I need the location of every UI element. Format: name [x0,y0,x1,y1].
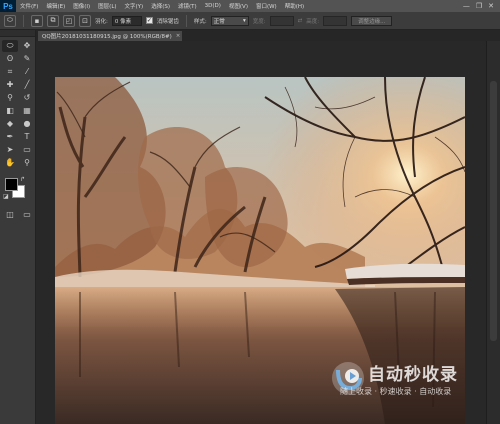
mode-grid: ◫ ▭ [0,206,35,224]
new-selection-icon[interactable]: ▪ [31,14,43,27]
blur-tool-icon[interactable]: ◆ [2,118,18,130]
menu-3d[interactable]: 3D(D) [201,3,225,9]
style-label: 样式: [193,18,207,25]
gradient-tool-icon[interactable]: ▦ [19,105,35,117]
type-tool-icon[interactable]: T [19,131,35,143]
add-selection-icon[interactable]: ⧉ [47,14,59,27]
menu-view[interactable]: 视图(V) [225,2,252,10]
path-select-tool-icon[interactable]: ➤ [2,144,18,156]
screen-mode-icon[interactable]: ▭ [19,209,35,221]
watermark-subtitle: 随上收录 · 秒速收录 · 自动收录 [340,387,452,396]
photoshop-logo: Ps [0,0,16,12]
menu-image[interactable]: 图像(I) [69,2,94,10]
style-select[interactable]: 正常 ▾ [210,15,249,26]
chevron-down-icon: ▾ [242,17,246,24]
menu-file[interactable]: 文件(F) [16,2,42,10]
menu-help[interactable]: 帮助(H) [281,2,308,10]
tools-panel-header[interactable] [0,30,35,37]
tool-grid: ⬭ ✥ ʘ ✎ ⌗ ⁄ ✚ ╱ ⚲ ↺ ◧ ▦ ◆ ● ✒ T ➤ ▭ ✋ ⚲ [0,37,35,172]
menu-edit[interactable]: 编辑(E) [42,2,69,10]
refine-edge-button[interactable]: 调整边缘... [351,15,393,26]
feather-label: 羽化: [95,18,108,25]
tools-panel: ⬭ ✥ ʘ ✎ ⌗ ⁄ ✚ ╱ ⚲ ↺ ◧ ▦ ◆ ● ✒ T ➤ ▭ ✋ ⚲ ↱ ◪ ◫ ▭ [0,30,36,424]
healing-tool-icon[interactable]: ✚ [2,79,18,91]
close-icon[interactable]: × [176,33,181,39]
move-tool-icon[interactable]: ✥ [19,40,35,52]
hand-tool-icon[interactable]: ✋ [2,157,18,169]
menu-select[interactable]: 选择(S) [147,2,174,10]
document-tab[interactable]: QQ图片20181031180915.jpg @ 100%(RGB/8#) × [38,31,182,41]
quick-select-tool-icon[interactable]: ✎ [19,53,35,65]
swap-colors-icon[interactable]: ↱ [20,176,25,183]
crop-tool-icon[interactable]: ⌗ [2,66,18,78]
menu-window[interactable]: 窗口(W) [252,2,281,10]
brush-tool-icon[interactable]: ╱ [19,79,35,91]
history-brush-tool-icon[interactable]: ↺ [19,92,35,104]
eyedropper-tool-icon[interactable]: ⁄ [19,66,35,78]
height-label: 高度: [306,18,320,25]
width-input[interactable] [269,15,294,26]
photoshop-window: Ps 文件(F) 编辑(E) 图像(I) 图层(L) 文字(Y) 选择(S) 滤… [0,0,500,424]
antialias-checkbox[interactable]: ✓ [145,17,153,24]
antialias-label: 消除锯齿 [156,18,179,25]
menu-type[interactable]: 文字(Y) [121,2,148,10]
restore-icon[interactable]: ❐ [476,2,482,10]
menu-filter[interactable]: 滤镜(T) [174,2,201,10]
document-tab-title: QQ图片20181031180915.jpg @ 100%(RGB/8#) [42,34,172,40]
intersect-selection-icon[interactable]: ⊡ [79,14,91,27]
pen-tool-icon[interactable]: ✒ [2,131,18,143]
menu-bar: Ps 文件(F) 编辑(E) 图像(I) 图层(L) 文字(Y) 选择(S) 滤… [0,0,500,12]
swap-dimensions-icon[interactable]: ⇄ [298,18,303,24]
style-value: 正常 [213,18,225,25]
watermark: 自动秒收录 随上收录 · 秒速收录 · 自动收录 [330,352,482,404]
height-input[interactable] [323,15,348,26]
window-controls: — ❐ ✕ [463,2,500,10]
zoom-tool-icon[interactable]: ⚲ [19,157,35,169]
shape-tool-icon[interactable]: ▭ [19,144,35,156]
document-tab-bar: QQ图片20181031180915.jpg @ 100%(RGB/8#) × [36,30,500,41]
feather-input[interactable]: 0 像素 [111,15,142,26]
divider [23,14,24,27]
marquee-preset-icon[interactable]: ⬭ [4,14,16,27]
vertical-scrollbar[interactable] [486,41,500,424]
menu-layer[interactable]: 图层(L) [94,2,120,10]
close-icon[interactable]: ✕ [488,2,494,10]
scrollbar-thumb[interactable] [490,81,497,341]
quick-mask-icon[interactable]: ◫ [2,209,18,221]
options-bar: ⬭ ▪ ⧉ ◰ ⊡ 羽化: 0 像素 ✓ 消除锯齿 样式: 正常 ▾ 宽度: ⇄… [0,12,500,30]
width-label: 宽度: [252,18,266,25]
lasso-tool-icon[interactable]: ʘ [2,53,18,65]
color-swatches: ↱ ◪ [2,176,33,202]
default-colors-icon[interactable]: ◪ [3,193,9,200]
foreground-color-swatch[interactable] [5,178,18,191]
minimize-icon[interactable]: — [463,2,470,10]
marquee-tool-icon[interactable]: ⬭ [2,40,18,52]
subtract-selection-icon[interactable]: ◰ [63,14,75,27]
watermark-title: 自动秒收录 [368,365,458,385]
dodge-tool-icon[interactable]: ● [19,118,35,130]
eraser-tool-icon[interactable]: ◧ [2,105,18,117]
divider [185,14,187,27]
clone-stamp-tool-icon[interactable]: ⚲ [2,92,18,104]
